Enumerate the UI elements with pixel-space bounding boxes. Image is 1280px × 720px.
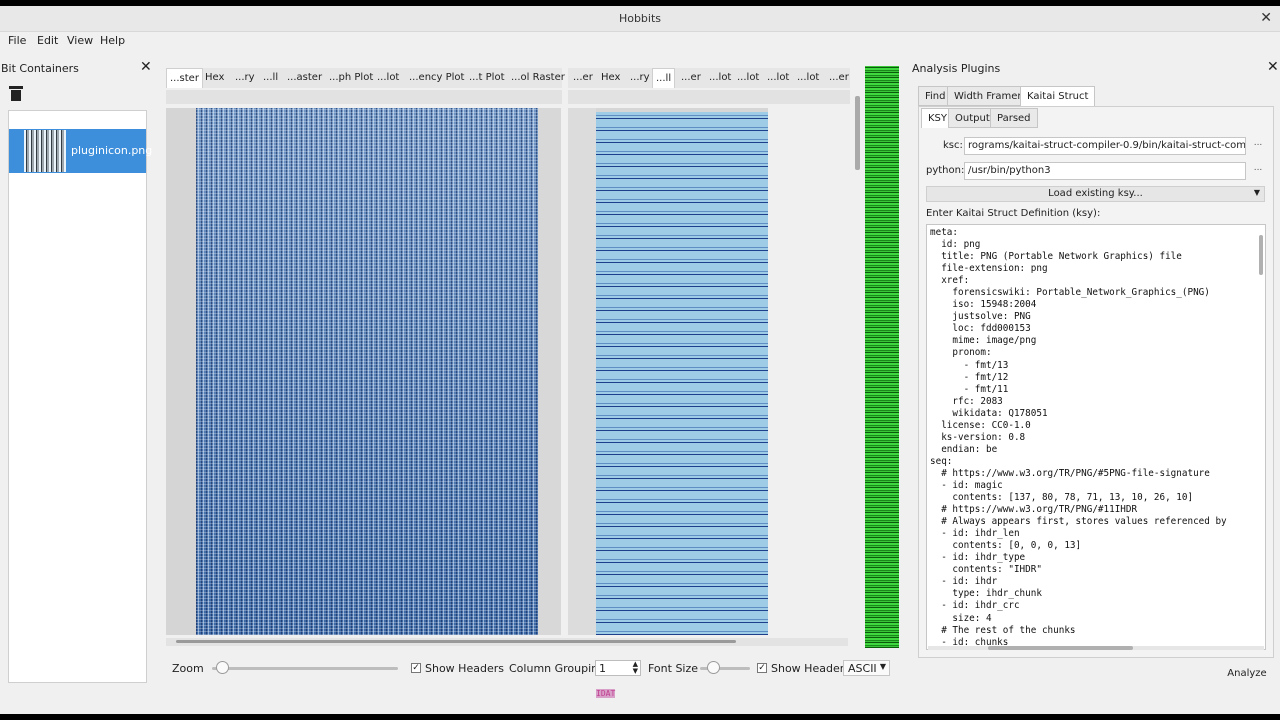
python-label: python: <box>926 165 965 176</box>
zoom-slider-knob[interactable] <box>216 661 229 674</box>
spin-arrows-icon[interactable]: ▲ ▼ <box>633 661 638 675</box>
menu-edit[interactable]: Edit <box>37 34 58 47</box>
tab-graph-plot[interactable]: ...ph Plot <box>326 68 376 88</box>
container-name: pluginicon.png <box>71 144 153 157</box>
trash-icon[interactable] <box>9 86 23 102</box>
bit-container-list: pluginicon.png <box>8 110 152 683</box>
menu-file[interactable]: File <box>8 34 26 47</box>
hex-text-pane[interactable] <box>596 112 768 635</box>
zoom-label: Zoom <box>172 662 204 675</box>
menu-help[interactable]: Help <box>100 34 125 47</box>
hex-row-gutter <box>568 108 596 635</box>
tab2-plot-2[interactable]: ...lot <box>734 68 762 88</box>
tab2-plot-3[interactable]: ...lot <box>764 68 792 88</box>
tab-dot-plot[interactable]: ...t Plot <box>466 68 507 88</box>
bottom-letterbox <box>0 714 1280 720</box>
encoding-select[interactable]: ASCII ▼ <box>843 660 890 676</box>
raster-column-ruler <box>166 90 562 104</box>
python-browse-button[interactable]: ... <box>1251 163 1265 179</box>
tab2-binary[interactable]: ...ry <box>627 68 653 88</box>
tab-raster[interactable]: ...ster <box>166 68 203 88</box>
show-headers-checkbox-2[interactable]: ✓ <box>757 663 767 673</box>
title-bar: Hobbits ✕ <box>0 6 1280 32</box>
ksy-horizontal-scrollbar[interactable] <box>928 646 1264 650</box>
tab-symbol-raster[interactable]: ...ol Raster <box>508 68 568 88</box>
encoding-value: ASCII <box>848 662 877 675</box>
raster-bit-image[interactable] <box>196 108 538 635</box>
bit-overview-strip[interactable] <box>865 66 899 648</box>
load-chevron-down-icon: ▼ <box>1253 188 1260 197</box>
display-tabbar-2: ...er Hex ...ry ...ll ...er ...lot ...lo… <box>568 68 850 88</box>
chevron-down-icon: ▼ <box>879 662 886 671</box>
ksy-label: Enter Kaitai Struct Definition (ksy): <box>926 208 1101 219</box>
font-size-slider-knob[interactable] <box>707 661 720 674</box>
tab2-hex[interactable]: Hex <box>598 68 623 88</box>
font-size-label: Font Size <box>648 662 699 675</box>
tab2-symbol-raster[interactable]: ...er <box>826 68 852 88</box>
ksy-scroll-thumb[interactable] <box>1259 235 1263 275</box>
tab2-ll[interactable]: ...ll <box>652 68 676 88</box>
window-title: Hobbits <box>618 12 662 25</box>
bit-containers-close-icon[interactable]: ✕ <box>140 59 152 75</box>
show-headers-label-1: Show Headers <box>425 662 504 675</box>
ksc-label: ksc: <box>943 140 963 151</box>
display-horizontal-scrollbar[interactable] <box>166 638 848 646</box>
ksy-hscroll-thumb[interactable] <box>988 646 1133 650</box>
tab-hex[interactable]: Hex <box>202 68 227 88</box>
hex-display[interactable]: IDAT <box>568 108 768 698</box>
tab-kaitai-struct[interactable]: Kaitai Struct <box>1020 86 1096 106</box>
show-headers-checkbox-1[interactable]: ✓ <box>411 663 421 673</box>
tab-frequency-plot[interactable]: ...ency Plot <box>406 68 467 88</box>
container-thumbnail <box>24 130 66 172</box>
trash-lid-shape <box>9 86 23 89</box>
tab2-plot-4[interactable]: ...lot <box>794 68 822 88</box>
column-grouping-label: Column Grouping <box>509 662 606 675</box>
raster-empty-area <box>538 108 561 635</box>
analysis-plugins-title: Analysis Plugins <box>912 62 1001 75</box>
hex-column-ruler <box>568 90 850 104</box>
zoom-slider[interactable] <box>212 667 398 670</box>
load-existing-ksy-label: Load existing ksy... <box>1048 188 1143 199</box>
ksc-path-field[interactable]: rograms/kaitai-struct-compiler-0.9/bin/k… <box>964 137 1246 155</box>
idat-label: IDAT <box>596 689 616 698</box>
tab2-raster-2[interactable]: ...er <box>678 68 704 88</box>
ksc-browse-button[interactable]: ... <box>1251 138 1265 154</box>
bit-containers-title: Bit Containers <box>1 62 79 75</box>
python-path-field[interactable]: /usr/bin/python3 <box>964 162 1246 180</box>
raster-row-gutter <box>166 108 196 635</box>
analyze-button[interactable]: Analyze <box>1222 665 1272 683</box>
tab-width-framer[interactable]: Width Framer <box>947 86 1029 106</box>
tab2-raster[interactable]: ...er <box>570 68 596 88</box>
column-grouping-value: 1 <box>599 662 606 675</box>
menu-bar: File Edit View Help <box>0 32 1280 50</box>
ksy-editor[interactable]: meta: id: png title: PNG (Portable Netwo… <box>926 224 1266 650</box>
horizontal-scroll-thumb[interactable] <box>176 640 736 643</box>
tab2-plot-1[interactable]: ...lot <box>706 68 734 88</box>
menu-view[interactable]: View <box>67 34 93 47</box>
app-window: Hobbits ✕ File Edit View Help Bit Contai… <box>0 0 1280 720</box>
trash-body-shape <box>11 90 21 101</box>
load-existing-ksy-button[interactable]: Load existing ksy... ▼ <box>926 186 1265 202</box>
analysis-close-icon[interactable]: ✕ <box>1267 59 1279 75</box>
bit-container-item[interactable]: pluginicon.png <box>9 129 152 173</box>
tab-ll[interactable]: ...ll <box>260 68 281 88</box>
ksy-text: meta: id: png title: PNG (Portable Netwo… <box>930 227 1227 648</box>
hex-idat-highlight: IDAT <box>596 686 616 699</box>
tab-plot[interactable]: ...lot <box>374 68 402 88</box>
tab-raster-2[interactable]: ...aster <box>284 68 325 88</box>
display-tabbar-1: ...ster Hex ...ry ...ll ...aster ...ph P… <box>166 68 565 88</box>
window-close-icon[interactable]: ✕ <box>1260 10 1272 26</box>
column-grouping-spinbox[interactable]: 1 ▲ ▼ <box>595 660 641 676</box>
tab-binary[interactable]: ...ry <box>232 68 258 88</box>
subtab-parsed[interactable]: Parsed <box>990 108 1038 128</box>
raster-display[interactable] <box>166 108 561 635</box>
show-headers-label-2: Show Headers <box>771 662 850 675</box>
display-vertical-scrollbar[interactable] <box>855 96 860 170</box>
